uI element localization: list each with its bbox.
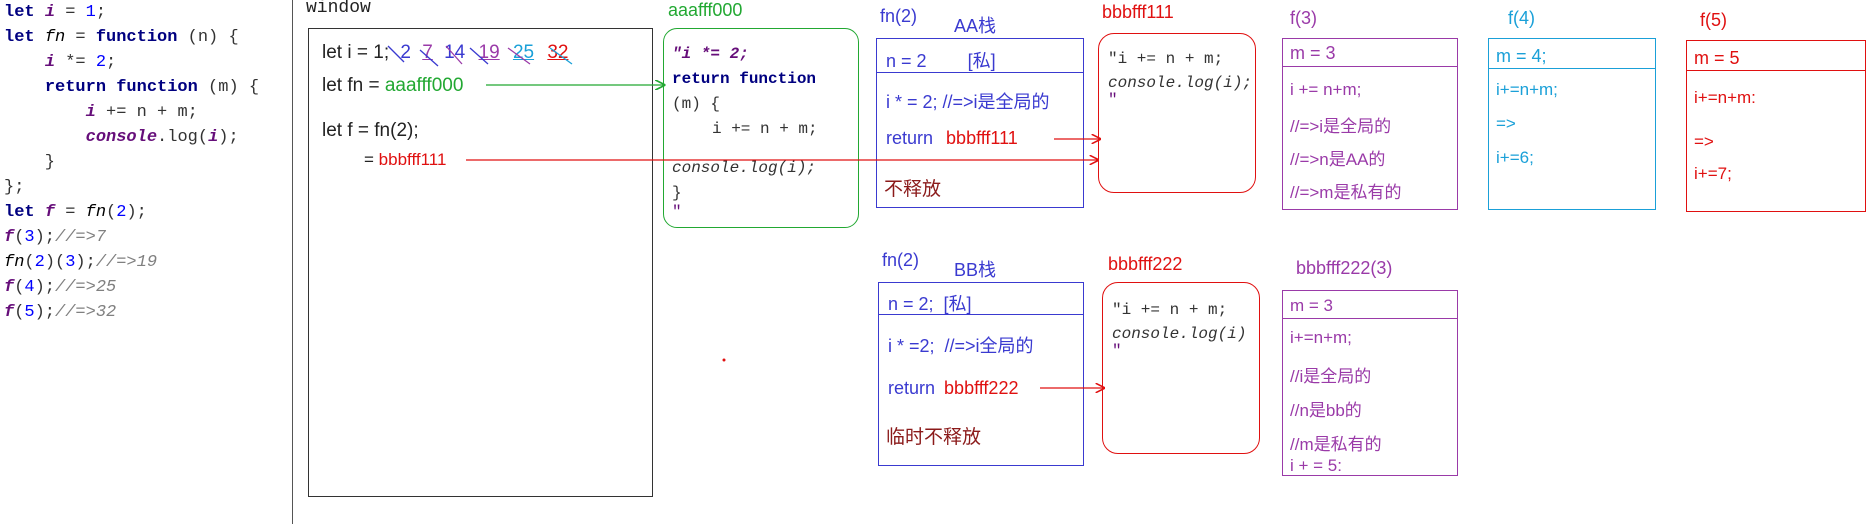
strike-7 (445, 45, 463, 65)
stray-dot (722, 358, 726, 362)
strike-25 (549, 47, 573, 65)
strike-19 (507, 47, 531, 65)
strike-1 (387, 45, 405, 63)
strike-2 (419, 49, 439, 67)
strike-14 (469, 47, 489, 65)
diagram-arrows (387, 45, 1875, 524)
